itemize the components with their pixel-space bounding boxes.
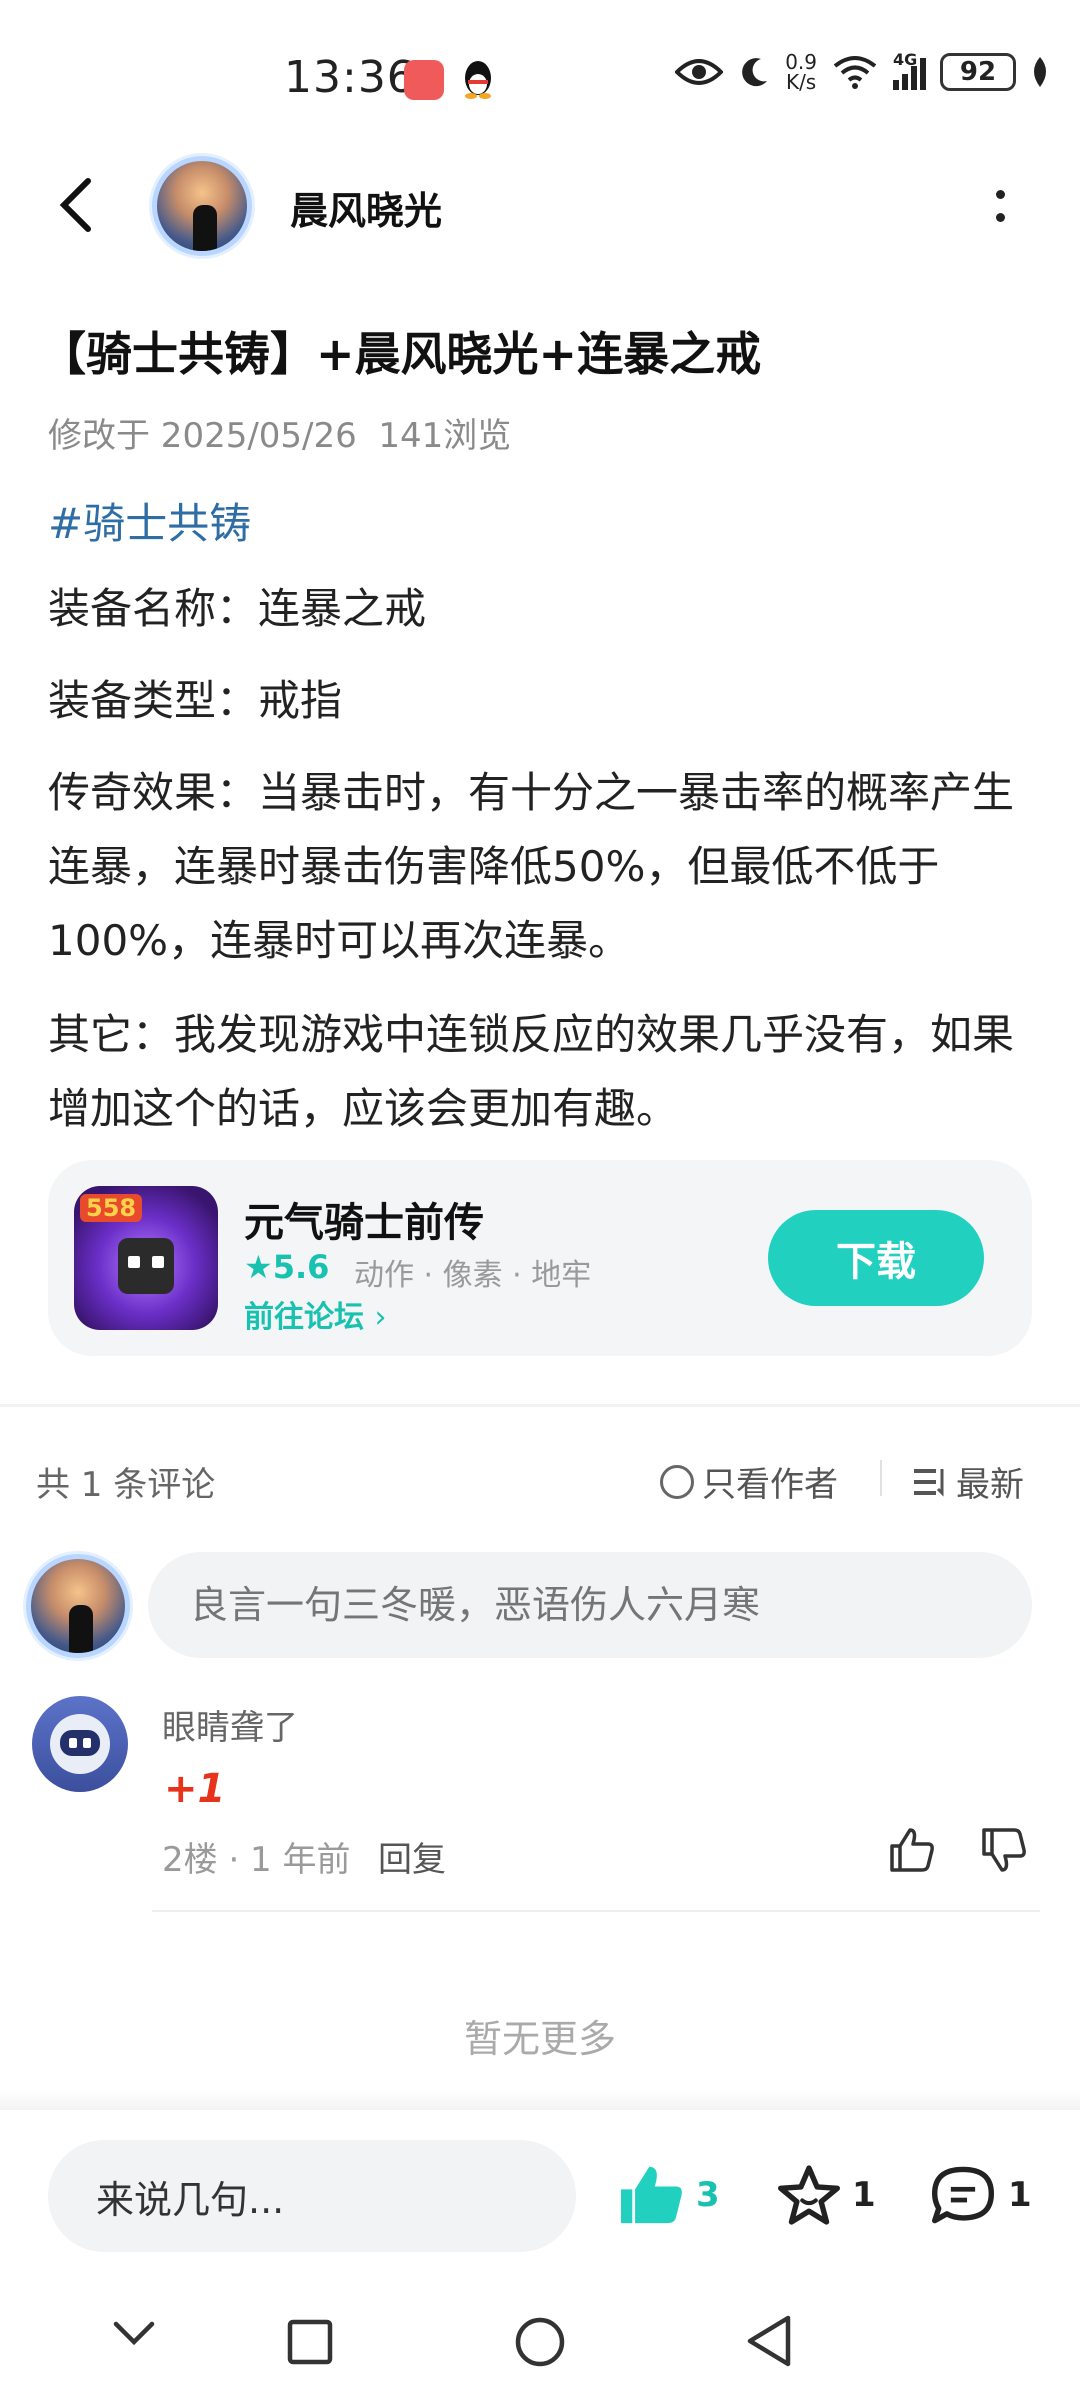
qq-icon [465, 61, 491, 99]
comment-button[interactable]: 1 [928, 2164, 1032, 2226]
author-avatar[interactable] [152, 156, 252, 256]
game-tags: 动作 · 像素 · 地牢 [354, 1258, 592, 1293]
thumbs-up-filled-icon [621, 2166, 682, 2224]
leaf-icon [1034, 57, 1046, 87]
post-line-other: 其它：我发现游戏中连锁反应的效果几乎没有，如果增加这个的话，应该会更加有趣。 [48, 1010, 1015, 1133]
comment-count: 共 1 条评论 [36, 1465, 216, 1505]
net-speed: 0.9 K/s [785, 52, 817, 92]
battery-indicator: 92 [940, 53, 1016, 91]
chevron-right-icon: › [374, 1300, 387, 1335]
post-line-equip-type: 装备类型：戒指 [48, 676, 343, 725]
star-outline-icon [778, 2165, 840, 2225]
my-avatar [26, 1554, 130, 1658]
nav-back-icon[interactable] [744, 2314, 794, 2368]
commenter-avatar[interactable] [32, 1696, 128, 1792]
moon-icon [742, 58, 768, 87]
status-bar: 13:36 0.9 K/s 4G 92 [0, 0, 1080, 150]
game-name[interactable]: 元气骑士前传 [244, 1190, 484, 1248]
thumbs-up-icon[interactable] [888, 1826, 936, 1874]
net-speed-value: 0.9 [785, 50, 817, 74]
back-arrow-icon[interactable] [52, 175, 102, 235]
comment-input[interactable] [148, 1552, 1032, 1658]
download-button[interactable]: 下载 [768, 1210, 984, 1306]
forum-link[interactable]: 前往论坛 › [244, 1292, 386, 1336]
radio-icon [660, 1464, 694, 1499]
like-count: 3 [696, 2175, 720, 2215]
chat-bubble-icon [932, 2166, 994, 2224]
post-title: 【骑士共铸】+晨风晓光+连暴之戒 [40, 327, 762, 381]
say-something-input[interactable]: 来说几句... [48, 2140, 576, 2252]
status-time: 13:36 [284, 52, 416, 103]
comment-total: 1 [1008, 2175, 1032, 2215]
comment-meta: 2楼 · 1 年前 [162, 1840, 351, 1880]
like-button[interactable]: 3 [618, 2164, 720, 2226]
network-type: 4G [893, 50, 918, 69]
sort-label: 最新 [956, 1465, 1024, 1505]
cellular-signal: 4G [893, 50, 926, 90]
wifi-icon [833, 56, 877, 89]
topic-tag[interactable]: #骑士共铸 [48, 490, 251, 551]
author-name[interactable]: 晨风晓光 [290, 180, 442, 235]
say-placeholder: 来说几句... [96, 2177, 285, 2222]
star-icon: ★ [244, 1248, 273, 1286]
net-speed-unit: K/s [785, 70, 817, 94]
game-rating-value: 5.6 [272, 1248, 330, 1286]
status-icons: 0.9 K/s 4G 92 [675, 50, 1050, 92]
favorite-button[interactable]: 1 [776, 2164, 876, 2226]
comment-divider [152, 1910, 1040, 1912]
nav-hide-chevron-icon[interactable] [112, 2318, 156, 2348]
forum-link-label: 前往论坛 [244, 1300, 364, 1335]
no-more-label: 暂无更多 [463, 2017, 616, 2061]
huawei-app-icon [404, 60, 444, 100]
commenter-name[interactable]: 眼睛聋了 [162, 1700, 298, 1749]
only-author-toggle[interactable]: 只看作者 [660, 1457, 838, 1506]
sort-icon [914, 1468, 944, 1497]
only-author-label: 只看作者 [702, 1465, 838, 1505]
thumbs-down-icon[interactable] [980, 1826, 1028, 1874]
game-icon[interactable]: 558 [74, 1186, 218, 1330]
nav-home-icon[interactable] [514, 2316, 566, 2368]
robot-character [118, 1238, 174, 1294]
shadow [0, 2090, 1080, 2110]
comment-content: +1 [164, 1766, 226, 1812]
favorite-count: 1 [852, 2175, 876, 2215]
nav-recents-icon[interactable] [286, 2318, 334, 2366]
game-badge: 558 [80, 1194, 143, 1222]
separator [880, 1460, 882, 1496]
more-options-icon[interactable] [990, 190, 1010, 230]
game-rating: ★5.6 [244, 1248, 329, 1286]
battery-level: 92 [959, 57, 997, 87]
post-line-legend-effect: 传奇效果：当暴击时，有十分之一暴击率的概率产生连暴，连暴时暴击伤害降低50%，但… [48, 768, 1015, 965]
post-line-equip-name: 装备名称：连暴之戒 [48, 584, 427, 633]
reply-button[interactable]: 回复 [378, 1832, 446, 1881]
sort-toggle[interactable]: 最新 [914, 1457, 1024, 1506]
divider [0, 1404, 1080, 1407]
eye-icon [675, 59, 724, 85]
post-meta: 修改于 2025/05/26 141浏览 [48, 416, 512, 456]
